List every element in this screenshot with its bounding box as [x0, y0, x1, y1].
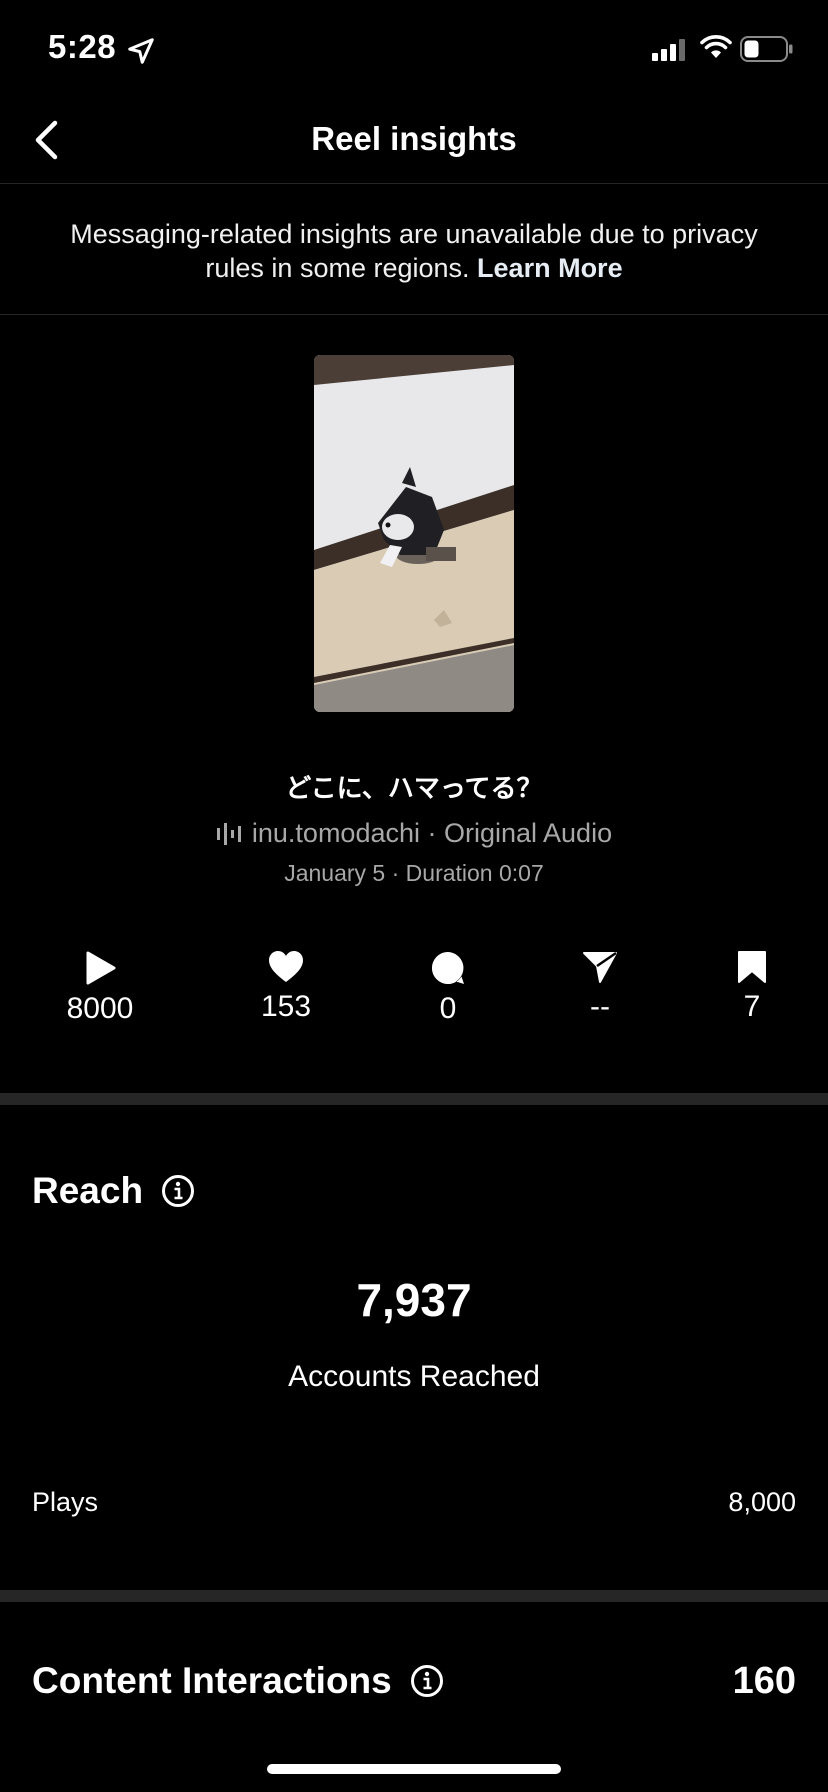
- accounts-reached-value: 7,937: [356, 1274, 472, 1326]
- reel-caption: どこに、ハマってる？: [285, 773, 543, 803]
- reel-meta: January 5 · Duration 0:07: [284, 860, 544, 886]
- status-time: 5:28: [48, 28, 117, 65]
- info-icon[interactable]: [410, 1664, 444, 1698]
- stat-saves: 7: [682, 950, 822, 1024]
- cellular-signal-icon: [652, 39, 685, 61]
- reach-title: Reach: [32, 1170, 144, 1211]
- navigation-bar: Reel insights: [0, 100, 828, 184]
- info-icon[interactable]: [161, 1174, 195, 1208]
- privacy-notice: Messaging-related insights are unavailab…: [0, 185, 828, 315]
- stat-plays-value: 8000: [66, 992, 134, 1025]
- stat-shares: --: [530, 950, 670, 1024]
- stat-plays: 8000: [30, 950, 170, 1026]
- reel-thumbnail[interactable]: [314, 355, 514, 712]
- audio-waveform-icon: [216, 822, 241, 845]
- content-interactions-value: 160: [732, 1660, 796, 1702]
- learn-more-link[interactable]: Learn More: [477, 253, 623, 283]
- privacy-notice-text: Messaging-related insights are unavailab…: [70, 219, 758, 283]
- share-icon: [583, 951, 617, 983]
- section-divider: [0, 1093, 828, 1105]
- accounts-reached-label: Accounts Reached: [288, 1360, 540, 1393]
- page-title: Reel insights: [311, 120, 517, 157]
- reel-insights-screen: 5:28 Reel insights Messaging-related ins…: [0, 0, 828, 1792]
- bookmark-icon: [738, 951, 766, 983]
- plays-value: 8,000: [728, 1487, 796, 1517]
- status-bar: 5:28: [0, 0, 828, 100]
- comment-icon: [431, 951, 464, 984]
- section-divider: [0, 1590, 828, 1602]
- audio-attribution[interactable]: inu.tomodachi · Original Audio: [0, 818, 828, 849]
- content-interactions-title: Content Interactions: [32, 1660, 392, 1701]
- content-interactions-header: Content Interactions: [32, 1660, 444, 1702]
- play-icon: [86, 951, 116, 985]
- stat-saves-value: 7: [743, 990, 761, 1023]
- stat-comments-value: 0: [439, 992, 457, 1025]
- stat-likes: 153: [216, 950, 356, 1024]
- plays-label: Plays: [32, 1487, 99, 1517]
- wifi-icon: [700, 35, 732, 58]
- heart-icon: [269, 951, 303, 982]
- stat-shares-value: --: [590, 990, 610, 1023]
- reach-section-header: Reach: [32, 1170, 195, 1212]
- stat-likes-value: 153: [260, 990, 312, 1023]
- location-arrow-icon: [128, 38, 154, 64]
- stat-comments: 0: [378, 950, 518, 1026]
- battery-icon: [740, 36, 793, 62]
- home-indicator[interactable]: [267, 1764, 561, 1774]
- audio-label: inu.tomodachi · Original Audio: [251, 818, 613, 848]
